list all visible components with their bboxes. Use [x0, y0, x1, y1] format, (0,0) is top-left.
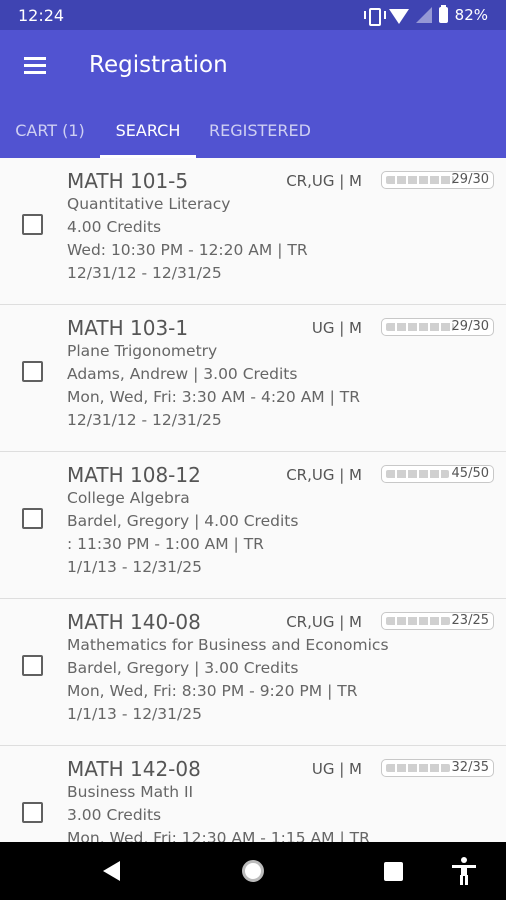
wifi-icon	[388, 8, 409, 24]
page-title: Registration	[89, 52, 228, 78]
course-instructor-credits: 3.00 Credits	[67, 806, 162, 824]
course-row[interactable]: MATH 108-12 CR,UG | M 45/50 College Alge…	[0, 452, 506, 599]
recents-icon[interactable]	[384, 862, 403, 881]
course-title: Plane Trigonometry	[67, 342, 218, 360]
capacity-meter: 45/50	[381, 465, 494, 483]
capacity-text: 23/25	[451, 613, 489, 628]
system-nav-bar	[0, 842, 506, 900]
course-row[interactable]: MATH 101-5 CR,UG | M 29/30 Quantitative …	[0, 158, 506, 305]
course-checkbox[interactable]	[22, 802, 43, 823]
capacity-meter: 32/35	[381, 759, 494, 777]
app-bar: Registration CART (1) SEARCH REGISTERED	[0, 30, 506, 158]
course-type: CR,UG | M	[286, 172, 362, 190]
battery-icon	[438, 5, 448, 23]
vibrate-icon	[363, 7, 386, 26]
course-instructor-credits: Bardel, Gregory | 4.00 Credits	[67, 512, 299, 530]
hamburger-menu-icon[interactable]	[22, 54, 48, 76]
capacity-text: 32/35	[451, 760, 489, 775]
course-row[interactable]: MATH 103-1 UG | M 29/30 Plane Trigonomet…	[0, 305, 506, 452]
course-title: Quantitative Literacy	[67, 195, 231, 213]
course-type: CR,UG | M	[286, 466, 362, 484]
course-title: College Algebra	[67, 489, 190, 507]
course-dates: 12/31/12 - 12/31/25	[67, 264, 222, 282]
course-row[interactable]: MATH 140-08 CR,UG | M 23/25 Mathematics …	[0, 599, 506, 746]
course-schedule: Mon, Wed, Fri: 3:30 AM - 4:20 AM | TR	[67, 388, 360, 406]
course-schedule: : 11:30 PM - 1:00 AM | TR	[67, 535, 264, 553]
course-list[interactable]: MATH 101-5 CR,UG | M 29/30 Quantitative …	[0, 158, 506, 842]
course-instructor-credits: Adams, Andrew | 3.00 Credits	[67, 365, 298, 383]
course-title: Business Math II	[67, 783, 194, 801]
course-type: CR,UG | M	[286, 613, 362, 631]
course-dates: 12/31/12 - 12/31/25	[67, 411, 222, 429]
capacity-text: 45/50	[451, 466, 489, 481]
capacity-meter: 29/30	[381, 318, 494, 336]
capacity-bar	[386, 470, 449, 478]
course-type: UG | M	[311, 760, 362, 778]
course-checkbox[interactable]	[22, 214, 43, 235]
course-instructor-credits: 4.00 Credits	[67, 218, 162, 236]
course-code: MATH 101-5	[67, 169, 189, 193]
capacity-bar	[386, 617, 450, 625]
course-dates: 1/1/13 - 12/31/25	[67, 558, 202, 576]
capacity-meter: 23/25	[381, 612, 494, 630]
course-type: UG | M	[311, 319, 362, 337]
accessibility-icon[interactable]	[452, 857, 476, 885]
capacity-bar	[386, 764, 450, 772]
back-icon[interactable]	[103, 861, 120, 881]
tab-registered[interactable]: REGISTERED	[196, 118, 324, 158]
capacity-meter: 29/30	[381, 171, 494, 189]
tab-bar: CART (1) SEARCH REGISTERED	[0, 118, 506, 158]
home-icon[interactable]	[242, 860, 264, 882]
tab-search[interactable]: SEARCH	[100, 118, 196, 158]
course-title: Mathematics for Business and Economics	[67, 636, 389, 654]
capacity-bar	[386, 323, 454, 331]
course-row[interactable]: MATH 142-08 UG | M 32/35 Business Math I…	[0, 746, 506, 842]
course-checkbox[interactable]	[22, 361, 43, 382]
capacity-bar	[386, 176, 454, 184]
course-checkbox[interactable]	[22, 508, 43, 529]
course-code: MATH 142-08	[67, 757, 201, 781]
cell-signal-icon	[415, 7, 432, 23]
battery-percent: 82%	[454, 6, 488, 24]
course-code: MATH 140-08	[67, 610, 201, 634]
course-schedule: Mon, Wed, Fri: 8:30 PM - 9:20 PM | TR	[67, 682, 358, 700]
course-schedule: Wed: 10:30 PM - 12:20 AM | TR	[67, 241, 308, 259]
course-dates: 1/1/13 - 12/31/25	[67, 705, 202, 723]
course-checkbox[interactable]	[22, 655, 43, 676]
status-bar: 12:24 82%	[0, 0, 506, 30]
capacity-text: 29/30	[451, 172, 489, 187]
status-time: 12:24	[18, 6, 65, 25]
course-code: MATH 103-1	[67, 316, 189, 340]
capacity-text: 29/30	[451, 319, 489, 334]
tab-cart[interactable]: CART (1)	[0, 118, 100, 158]
status-icons: 82%	[363, 5, 488, 26]
course-code: MATH 108-12	[67, 463, 201, 487]
course-instructor-credits: Bardel, Gregory | 3.00 Credits	[67, 659, 299, 677]
course-schedule: Mon, Wed, Fri: 12:30 AM - 1:15 AM | TR	[67, 829, 370, 842]
